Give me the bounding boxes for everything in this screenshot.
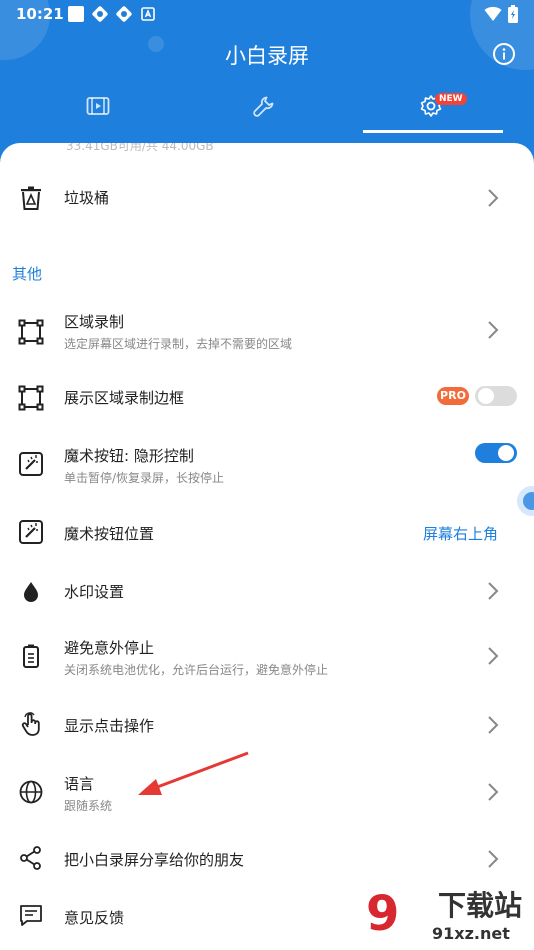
settings-row-trash[interactable]: 垃圾桶 [0, 173, 534, 223]
row-title: 魔术按钮: 隐形控制 [64, 447, 194, 465]
magic-wand-icon [19, 520, 43, 544]
magic-wand-icon [19, 452, 43, 476]
water-drop-icon [24, 582, 38, 602]
pro-badge: PRO [437, 387, 469, 405]
row-subtitle: 选定屏幕区域进行录制，去掉不需要的区域 [64, 337, 293, 351]
show-area-border-toggle[interactable] [475, 386, 517, 406]
tab-videos[interactable] [78, 90, 118, 122]
magic-button-toggle[interactable] [475, 443, 517, 463]
chevron-right-icon [488, 850, 499, 868]
tab-indicator [363, 130, 503, 133]
row-title: 把小白录屏分享给你的朋友 [64, 851, 245, 869]
chevron-right-icon [488, 783, 499, 801]
app-a-icon [141, 7, 155, 21]
battery-icon [508, 5, 518, 23]
toggle-knob [498, 445, 514, 461]
watermark-brand: 下载站 [438, 889, 523, 922]
annotation-arrow-icon [138, 751, 249, 795]
tab-tools[interactable] [244, 90, 284, 122]
row-subtitle: 单击暂停/恢复录屏，长按停止 [64, 471, 225, 485]
chevron-right-icon [488, 321, 499, 339]
section-header-other: 其他 [12, 265, 43, 283]
globe-icon [19, 780, 43, 804]
sync-icon [92, 6, 108, 22]
info-icon[interactable] [492, 42, 516, 66]
new-badge: NEW [435, 93, 467, 105]
notification-square-icon [68, 6, 84, 22]
crop-area-icon [18, 385, 44, 411]
sync-icon [116, 6, 132, 22]
feedback-icon [20, 905, 42, 926]
row-title: 语言 [64, 775, 95, 793]
status-right [484, 5, 518, 23]
row-title: 垃圾桶 [64, 189, 110, 207]
row-title: 避免意外停止 [64, 639, 155, 657]
settings-row-show-touches[interactable]: 显示点击操作 [0, 701, 534, 749]
settings-row-magic-button[interactable]: 魔术按钮: 隐形控制 单击暂停/恢复录屏，长按停止 [0, 433, 534, 491]
row-title: 意见反馈 [64, 909, 125, 927]
share-icon [20, 846, 41, 870]
storage-text: 33.41GB可用/共 44.00GB [66, 143, 214, 153]
trash-icon [21, 186, 41, 210]
status-time: 10:21 [16, 5, 64, 23]
row-title: 水印设置 [64, 583, 125, 601]
watermark-number: 9 [366, 886, 400, 942]
settings-row-avoid-stop[interactable]: 避免意外停止 关闭系统电池优化，允许后台运行，避免意外停止 [0, 627, 534, 685]
battery-outline-icon [23, 644, 39, 668]
wrench-icon [253, 96, 274, 117]
app-header: 10:21 小白录屏 NEW [0, 0, 534, 150]
video-icon [86, 97, 110, 115]
settings-row-area-record[interactable]: 区域录制 选定屏幕区域进行录制，去掉不需要的区域 [0, 303, 534, 359]
settings-row-share[interactable]: 把小白录屏分享给你的朋友 [0, 835, 534, 883]
site-watermark: 9 下载站 91xz.net [366, 888, 534, 950]
row-title: 魔术按钮位置 [64, 525, 155, 543]
chevron-right-icon [488, 582, 499, 600]
crop-area-icon [18, 319, 44, 345]
row-subtitle: 跟随系统 [64, 799, 113, 813]
settings-sheet[interactable]: 33.41GB可用/共 44.00GB 垃圾桶 其他 区域录制 选定屏幕区域进行… [0, 143, 534, 950]
row-title: 区域录制 [64, 313, 125, 331]
magic-button-position-value[interactable]: 屏幕右上角 [423, 523, 498, 544]
row-title: 显示点击操作 [64, 717, 155, 735]
row-subtitle: 关闭系统电池优化，允许后台运行，避免意外停止 [64, 663, 329, 677]
status-bar: 10:21 [0, 0, 534, 28]
notification-icons [68, 6, 156, 22]
wifi-icon [484, 6, 502, 21]
watermark-url: 91xz.net [432, 924, 510, 943]
chevron-right-icon [488, 647, 499, 665]
settings-row-language[interactable]: 语言 跟随系统 [0, 763, 534, 821]
chevron-right-icon [488, 716, 499, 734]
chevron-right-icon [488, 189, 499, 207]
tab-settings[interactable]: NEW [411, 90, 467, 122]
touch-hand-icon [21, 712, 40, 736]
app-title: 小白录屏 [225, 44, 309, 68]
row-title: 展示区域录制边框 [64, 389, 185, 407]
toggle-knob [478, 388, 494, 404]
settings-row-watermark[interactable]: 水印设置 [0, 567, 534, 615]
